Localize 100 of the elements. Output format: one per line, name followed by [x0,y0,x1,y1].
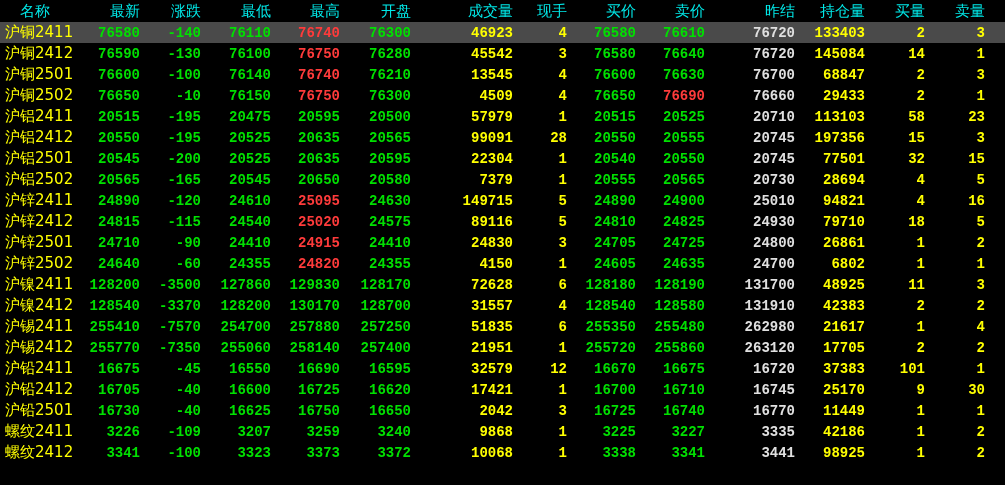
table-row[interactable]: 沪铅2501 16730 -40 16625 16750 16650 2042 3 16725 16740 16770 11449 1 1 [0,400,1005,421]
price-cell-text: 128540 [584,297,636,314]
price-cell-text: 76610 [662,24,705,41]
table-cell-text: 1 [557,339,567,356]
table-cell-text: 101 [898,360,925,377]
price-cell-text: 20555 [593,171,636,188]
contract-name: 沪镍2412 [4,296,70,315]
price-cell-text: 24815 [97,213,140,230]
price-cell-text: 24705 [593,234,636,251]
contract-name: 沪铜2412 [4,44,70,63]
table-row[interactable]: 沪铝2501 20545 -200 20525 20635 20595 22304 1 20540 20550 20745 77501 32 15 [0,148,1005,169]
column-header: 昨结 [764,1,795,21]
price-cell-text: 76280 [368,45,411,62]
price-cell-text: 16730 [97,402,140,419]
table-row[interactable]: 沪铝2502 20565 -165 20545 20650 20580 7379 1 20555 20565 20730 28694 4 5 [0,169,1005,190]
table-cell-text: 2 [915,339,925,356]
price-cell-text: 16675 [97,360,140,377]
column-header: 最低 [240,1,271,21]
price-cell-text: 3259 [305,423,340,440]
price-cell-text: 255860 [653,339,705,356]
table-cell-text: 9 [915,381,925,398]
price-cell-text: 16725 [297,381,340,398]
price-cell-text: 24725 [662,234,705,251]
table-row[interactable]: 沪铝2412 20550 -195 20525 20635 20565 99091 28 20550 20555 20745 197356 15 3 [0,127,1005,148]
table-cell-text: 48925 [822,276,865,293]
table-row[interactable]: 沪铜2501 76600 -100 76140 76740 76210 13545 4 76600 76630 76700 68847 2 3 [0,64,1005,85]
table-row[interactable]: 沪铜2412 76590 -130 76100 76750 76280 45542 3 76580 76640 76720 145084 14 1 [0,43,1005,64]
table-cell-text: 3 [975,24,985,41]
contract-name: 沪锡2411 [4,317,70,336]
table-cell-text: 2 [975,423,985,440]
table-row[interactable]: 沪铜2502 76650 -10 76150 76750 76300 4509 4 76650 76690 76660 29433 2 1 [0,85,1005,106]
table-row[interactable]: 沪锌2412 24815 -115 24540 25020 24575 89116 5 24810 24825 24930 79710 18 5 [0,211,1005,232]
price-cell-text: 16550 [228,360,271,377]
table-cell-text: 16770 [752,402,795,419]
table-cell-text: 76700 [752,66,795,83]
price-cell-text: 24410 [368,234,411,251]
price-cell-text: 20565 [368,129,411,146]
price-cell-text: 76300 [368,87,411,104]
table-cell-text: 16745 [752,381,795,398]
price-cell-text: 16620 [368,381,411,398]
table-cell-text: 24800 [752,234,795,251]
table-row[interactable]: 沪锌2501 24710 -90 24410 24915 24410 24830 3 24705 24725 24800 26861 1 2 [0,232,1005,253]
table-cell-text: 133403 [813,24,865,41]
table-row[interactable]: 沪镍2411 128200 -3500 127860 129830 128170 72628 6 128180 128190 131700 48925 11 3 [0,274,1005,295]
table-cell-text: 4 [557,24,567,41]
table-row[interactable]: 沪锡2411 255410 -7570 254700 257880 257250 51835 6 255350 255480 262980 21617 1 4 [0,316,1005,337]
price-cell-text: -60 [174,255,201,272]
table-cell-text: 76720 [752,24,795,41]
table-row[interactable]: 沪锌2411 24890 -120 24610 25095 24630 149715 5 24890 24900 25010 94821 4 16 [0,190,1005,211]
table-row[interactable]: 螺纹2412 3341 -100 3323 3373 3372 10068 1 3338 3341 3441 98925 1 2 [0,442,1005,463]
table-cell-text: 11 [907,276,925,293]
column-header: 最高 [309,1,340,21]
table-row[interactable]: 沪镍2412 128540 -3370 128200 130170 128700 31557 4 128540 128580 131910 42383 2 2 [0,295,1005,316]
table-cell-text: 1 [557,171,567,188]
table-row[interactable]: 沪锡2412 255770 -7350 255060 258140 257400 21951 1 255720 255860 263120 17705 2 2 [0,337,1005,358]
table-row[interactable]: 沪铅2412 16705 -40 16600 16725 16620 17421 1 16700 16710 16745 25170 9 30 [0,379,1005,400]
price-cell-text: 20595 [297,108,340,125]
price-cell-text: 3226 [105,423,140,440]
price-cell-text: 76740 [297,24,340,41]
table-cell-text: 1 [915,444,925,461]
table-cell-text: 9868 [478,423,513,440]
table-cell-text: 4150 [478,255,513,272]
table-cell-text: 20745 [752,129,795,146]
price-cell-text: 3341 [670,444,705,461]
price-cell-text: 76750 [297,87,340,104]
table-cell-text: 3335 [760,423,795,440]
table-cell-text: 2 [975,339,985,356]
table-row[interactable]: 沪铅2411 16675 -45 16550 16690 16595 32579 12 16670 16675 16720 37383 101 1 [0,358,1005,379]
table-cell-text: 15 [907,129,925,146]
table-cell-text: 4 [975,318,985,335]
price-cell-text: 24890 [593,192,636,209]
table-cell-text: 2 [915,24,925,41]
table-cell-text: 4 [557,87,567,104]
table-cell-text: 11449 [822,402,865,419]
table-cell-text: 23 [967,108,985,125]
contract-name: 沪铜2411 [4,23,70,42]
table-row[interactable]: 沪铝2411 20515 -195 20475 20595 20500 57979 1 20515 20525 20710 113103 58 23 [0,106,1005,127]
price-cell-text: -100 [166,66,201,83]
contract-name: 沪铝2412 [4,128,70,147]
table-cell-text: 57979 [470,108,513,125]
price-cell-text: 16600 [228,381,271,398]
table-cell-text: 1 [915,234,925,251]
price-cell-text: 16725 [593,402,636,419]
table-cell-text: 17421 [470,381,513,398]
table-row[interactable]: 沪锌2502 24640 -60 24355 24820 24355 4150 1 24605 24635 24700 6802 1 1 [0,253,1005,274]
price-cell-text: 20565 [97,171,140,188]
price-cell-text: 16710 [662,381,705,398]
price-cell-text: 24810 [593,213,636,230]
column-header: 卖价 [674,1,705,21]
table-cell-text: 4 [557,297,567,314]
selected-row[interactable]: 沪铜2411 76580 -140 76110 76740 76300 46923 4 76580 76610 76720 133403 2 3 [0,22,1005,43]
price-cell-text: 128580 [653,297,705,314]
table-row[interactable]: 螺纹2411 3226 -109 3207 3259 3240 9868 1 3225 3227 3335 42186 1 2 [0,421,1005,442]
price-cell-text: -10 [174,87,201,104]
price-cell-text: 3207 [236,423,271,440]
price-cell-text: 24540 [228,213,271,230]
table-cell-text: 2 [915,297,925,314]
price-cell-text: -100 [166,444,201,461]
price-cell-text: -120 [166,192,201,209]
table-cell-text: 13545 [470,66,513,83]
